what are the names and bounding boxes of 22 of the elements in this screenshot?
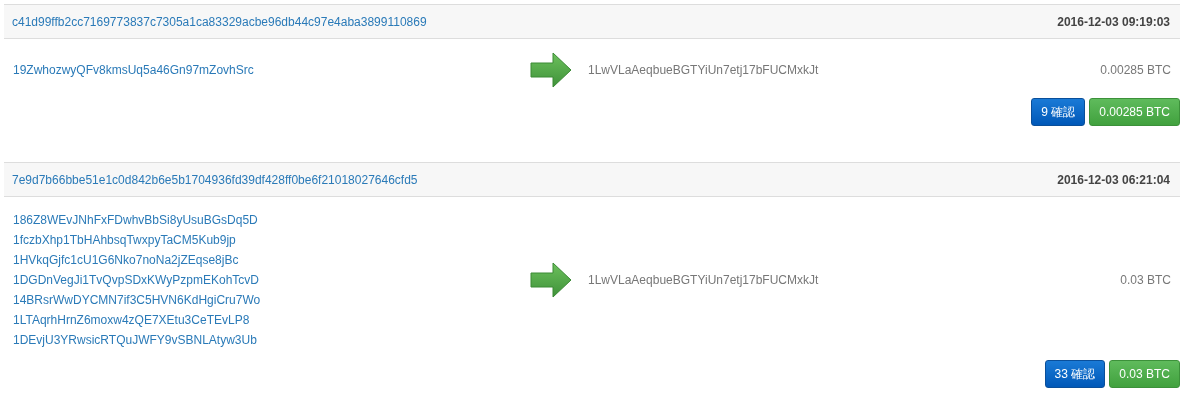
- input-address-link[interactable]: 1DEvjU3YRwsicRTQuJWFY9vSBNLAtyw3Ub: [13, 330, 257, 350]
- transaction-time: 2016-12-03 09:19:03: [1057, 14, 1170, 29]
- input-address-link[interactable]: 1HVkqGjfc1cU1G6Nko7noNa2jZEqse8jBc: [13, 250, 239, 270]
- transaction-time: 2016-12-03 06:21:04: [1057, 172, 1170, 187]
- transaction-hash-link[interactable]: c41d99ffb2cc7169773837c7305a1ca83329acbe96db44c97e4aba3899110869: [12, 14, 427, 29]
- total-amount-badge: 0.03 BTC: [1109, 360, 1180, 388]
- output-amount: 0.03 BTC: [1120, 272, 1171, 289]
- right-arrow-icon: [530, 262, 572, 298]
- transaction-hash-link[interactable]: 7e9d7b66bbe51e1c0d842b6e5b1704936fd39df428ff0be6f21018027646cfd5: [12, 172, 418, 187]
- input-address-link[interactable]: 1LTAqrhHrnZ6moxw4zQE7XEtu3CeTEvLP8: [13, 310, 250, 330]
- output-address: 1LwVLaAeqbueBGTYiUn7etj17bFUCMxkJt: [588, 272, 819, 289]
- input-address-link[interactable]: 186Z8WEvJNhFxFDwhvBbSi8yUsuBGsDq5D: [13, 210, 258, 230]
- total-amount-badge: 0.00285 BTC: [1089, 98, 1180, 126]
- confirmations-badge: 33 確認: [1044, 360, 1106, 388]
- right-arrow-icon: [530, 52, 572, 88]
- output-amount: 0.00285 BTC: [1100, 62, 1171, 79]
- input-address-link[interactable]: 1DGDnVegJi1TvQvpSDxKWyPzpmEKohTcvD: [13, 270, 259, 290]
- confirmations-badge: 9 確認: [1031, 98, 1086, 126]
- output-address: 1LwVLaAeqbueBGTYiUn7etj17bFUCMxkJt: [588, 62, 819, 79]
- input-address-link[interactable]: 14BRsrWwDYCMN7if3C5HVN6KdHgiCru7Wo: [13, 290, 261, 310]
- input-address-link[interactable]: 1fczbXhp1TbHAhbsqTwxpyTaCM5Kub9jp: [13, 230, 236, 250]
- input-address-link[interactable]: 19ZwhozwyQFv8kmsUq5a46Gn97mZovhSrc: [13, 60, 254, 80]
